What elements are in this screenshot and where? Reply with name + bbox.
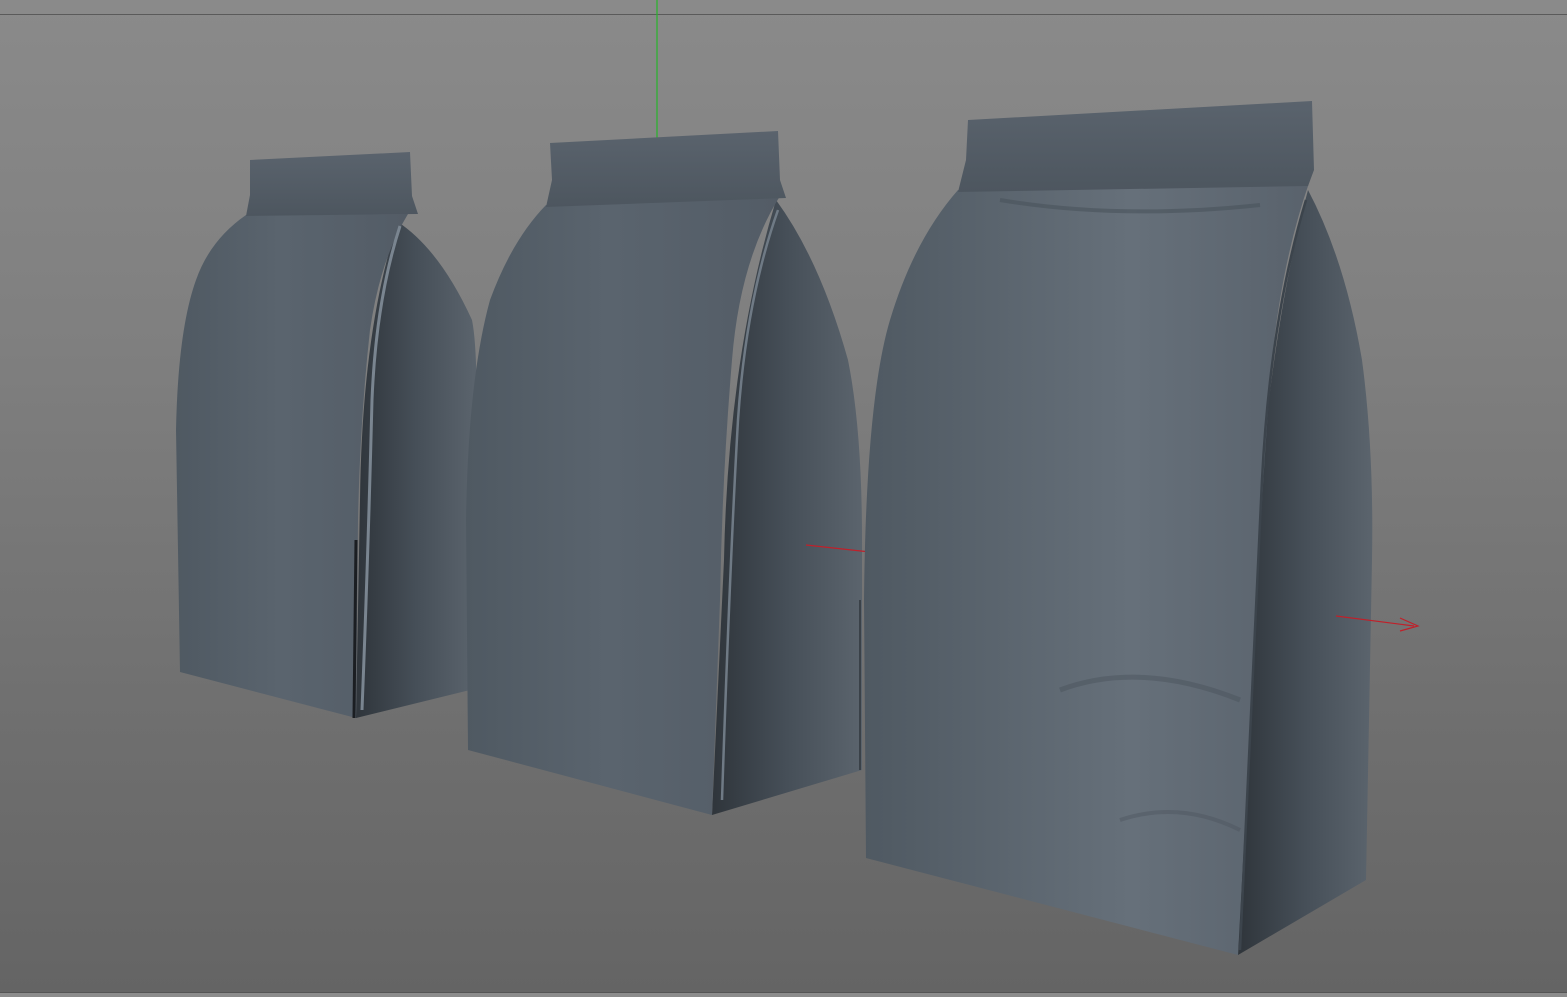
pouch-large-front bbox=[864, 180, 1310, 955]
pouch-medium-top-seal bbox=[546, 131, 786, 207]
pouch-medium[interactable] bbox=[466, 131, 862, 815]
viewport-bottom-border bbox=[0, 992, 1567, 997]
pouch-large-top-seal bbox=[958, 101, 1314, 192]
pouch-large[interactable] bbox=[864, 101, 1373, 955]
3d-viewport[interactable] bbox=[0, 0, 1567, 997]
pouch-small-top-seal bbox=[246, 152, 418, 216]
pouch-small-edge-shadow bbox=[352, 539, 358, 719]
scene-canvas[interactable] bbox=[0, 0, 1567, 997]
pouch-small[interactable] bbox=[176, 152, 477, 719]
